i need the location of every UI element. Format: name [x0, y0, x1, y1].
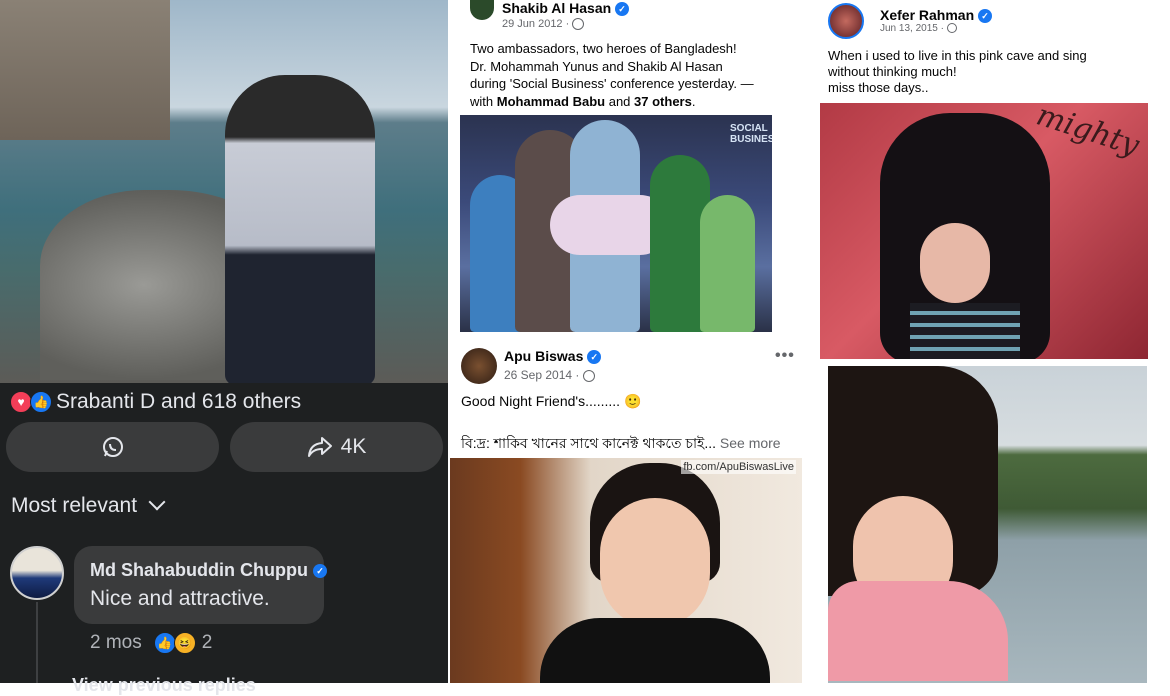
- castle-shape: [0, 0, 170, 140]
- haha-reaction-icon[interactable]: 😆: [173, 632, 196, 654]
- love-reaction-icon: ♥: [10, 391, 32, 413]
- verified-badge-icon: ✓: [312, 564, 327, 579]
- reaction-summary[interactable]: ♥ 👍 Srabanti D and 618 others: [10, 390, 301, 414]
- view-previous-replies-link[interactable]: View previous replies: [72, 675, 256, 696]
- tagged-others-link[interactable]: 37 others: [634, 94, 692, 109]
- post-photo-portrait[interactable]: fb.com/ApuBiswasLive: [450, 458, 802, 683]
- post-date[interactable]: Jun 13, 2015 ·: [880, 23, 957, 34]
- tagged-user-link[interactable]: Mohammad Babu: [497, 94, 605, 109]
- share-arrow-icon: [307, 437, 332, 457]
- post-date[interactable]: 29 Jun 2012 ·: [502, 18, 585, 31]
- watermark-text: fb.com/ApuBiswasLive: [681, 460, 796, 474]
- chevron-down-icon: [148, 493, 166, 511]
- shirt-shape: [540, 618, 770, 683]
- verified-badge-icon: ✓: [978, 9, 993, 24]
- post-author[interactable]: Shakib Al Hasan ✓: [502, 0, 630, 17]
- post-author[interactable]: Xefer Rahman ✓: [880, 7, 993, 24]
- post-photo-lake-castle[interactable]: [0, 0, 448, 383]
- post-photo-lakeside[interactable]: [828, 366, 1147, 683]
- comment-reaction-count: 2: [201, 632, 213, 653]
- post-text-line1: Good Night Friend's......... 🙂: [461, 393, 642, 409]
- comment-author[interactable]: Md Shahabuddin Chuppu ✓: [90, 560, 327, 581]
- whatsapp-icon: [102, 437, 123, 457]
- post-photo-pink-room[interactable]: mighty: [820, 103, 1148, 359]
- person-shape: [700, 195, 755, 332]
- author-avatar[interactable]: [828, 3, 864, 39]
- see-more-link[interactable]: See more: [720, 435, 781, 451]
- globe-icon: [582, 369, 595, 382]
- face-shape: [600, 498, 710, 628]
- comment-time: 2 mos: [90, 632, 142, 653]
- share-count: 4K: [340, 435, 367, 458]
- commenter-avatar[interactable]: [10, 546, 64, 600]
- scarf-shape: [828, 581, 1008, 681]
- wall-writing: mighty: [1032, 103, 1144, 164]
- verified-badge-icon: ✓: [587, 350, 602, 365]
- like-reaction-icon[interactable]: 👍: [153, 632, 176, 654]
- more-options-icon[interactable]: •••: [775, 347, 795, 365]
- author-avatar[interactable]: [461, 348, 497, 384]
- reaction-text: Srabanti D and 618 others: [56, 390, 302, 413]
- comment-bubble: [74, 546, 324, 624]
- striped-top-shape: [910, 303, 1020, 359]
- comment-meta: 2 mos 👍 😆 2: [90, 632, 212, 654]
- whatsapp-share-button[interactable]: [6, 422, 219, 472]
- like-reaction-icon: 👍: [30, 391, 52, 413]
- share-button[interactable]: 4K: [230, 422, 443, 472]
- sort-label: Most relevant: [11, 494, 138, 517]
- globe-icon: [946, 23, 957, 34]
- post-photo-group[interactable]: SOCIAL BUSINESS: [460, 115, 772, 332]
- post-author[interactable]: Apu Biswas ✓: [504, 348, 602, 365]
- comment-text: Nice and attractive.: [90, 587, 270, 610]
- post-text: When i used to live in this pink cave an…: [828, 48, 1087, 95]
- verified-badge-icon: ✓: [615, 2, 630, 17]
- face-shape: [920, 223, 990, 303]
- post-date[interactable]: 26 Sep 2014 ·: [504, 368, 595, 382]
- globe-icon: [572, 18, 585, 31]
- comment-sort-dropdown[interactable]: Most relevant: [11, 493, 166, 518]
- banner-sign: SOCIAL BUSINESS: [730, 123, 772, 145]
- person-shape: [225, 75, 375, 383]
- reply-thread-line: [36, 602, 38, 683]
- post-text-line2: বি:দ্র: শাকিব খানের সাথে কানেক্ট থাকতে চ…: [461, 435, 781, 451]
- post-text: Two ambassadors, two heroes of Banglades…: [470, 41, 754, 109]
